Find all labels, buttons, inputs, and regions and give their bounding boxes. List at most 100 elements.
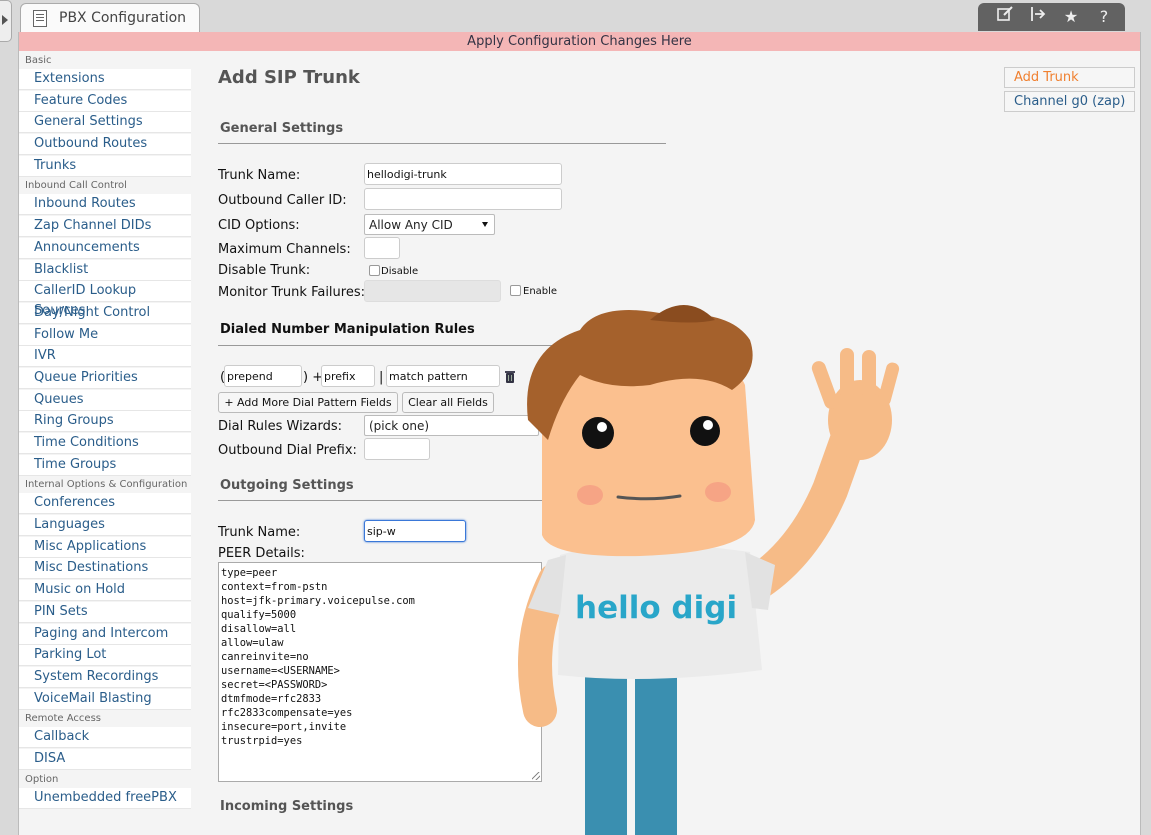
- sidebar-item-misc-destinations[interactable]: Misc Destinations: [19, 558, 191, 580]
- peer-line: host=jfk-primary.voicepulse.com: [221, 595, 415, 607]
- peer-line: rfc2833compensate=yes: [221, 707, 353, 719]
- trunk-name-input[interactable]: hellodigi-trunk: [364, 163, 562, 185]
- mascot-right-cheek: [705, 482, 731, 502]
- sidebar-item-trunks[interactable]: Trunks: [19, 155, 191, 177]
- dial-rules-heading: Dialed Number Manipulation Rules: [220, 322, 475, 337]
- sidebar-item-day-night[interactable]: Day/Night Control: [19, 302, 191, 324]
- monitor-trunk-input: [364, 280, 501, 302]
- trunk-list: Add Trunk Channel g0 (zap): [1004, 67, 1135, 115]
- browser-tab-bar: PBX Configuration ★ ?: [0, 0, 1151, 42]
- sidebar-item-feature-codes[interactable]: Feature Codes: [19, 90, 191, 112]
- peer-line: qualify=5000: [221, 609, 297, 621]
- sidebar-item-unembedded-freepbx[interactable]: Unembedded freePBX: [19, 787, 191, 809]
- exit-icon[interactable]: [1025, 5, 1051, 29]
- mascot-hair-tuft: [650, 305, 715, 323]
- peer-line: type=peer: [221, 567, 278, 579]
- peer-line: disallow=all: [221, 623, 297, 635]
- outgoing-trunk-name-label: Trunk Name:: [218, 525, 301, 540]
- sidebar-item-pin-sets[interactable]: PIN Sets: [19, 601, 191, 623]
- sidebar-item-callerid-lookup[interactable]: CallerID Lookup Sources: [19, 281, 191, 318]
- sidebar-item-outbound-routes[interactable]: Outbound Routes: [19, 134, 191, 156]
- sidebar-item-system-recordings[interactable]: System Recordings: [19, 666, 191, 688]
- sidebar-item-voicemail-blasting[interactable]: VoiceMail Blasting: [19, 688, 191, 710]
- prepend-input[interactable]: prepend: [224, 365, 302, 387]
- tab-title: PBX Configuration: [59, 10, 187, 26]
- mascot-left-cheek: [577, 485, 603, 505]
- mascot-finger: [811, 361, 839, 409]
- mascot-left-leg: [585, 670, 627, 835]
- max-channels-input[interactable]: [364, 237, 400, 259]
- mascot-left-eye: [582, 417, 614, 449]
- sidebar-item-queues[interactable]: Queues: [19, 389, 191, 411]
- sidebar-category-basic: Basic: [25, 55, 52, 66]
- outgoing-trunk-name-input[interactable]: sip-w: [364, 520, 466, 542]
- sidebar-item-parking-lot[interactable]: Parking Lot: [19, 645, 191, 667]
- mascot-left-sleeve: [528, 555, 566, 615]
- hello-digi-mascot: hello digi: [518, 305, 900, 835]
- peer-details-label: PEER Details:: [218, 546, 305, 561]
- mascot-right-leg: [635, 670, 677, 835]
- peer-line: secret=<PASSWORD>: [221, 679, 328, 691]
- sidebar-item-conferences[interactable]: Conferences: [19, 493, 191, 515]
- peer-line: allow=ulaw: [221, 637, 284, 649]
- add-more-dial-pattern-button[interactable]: + Add More Dial Pattern Fields: [218, 392, 398, 413]
- help-icon[interactable]: ?: [1091, 5, 1117, 29]
- mascot-finger: [877, 362, 900, 406]
- sidebar-item-blacklist[interactable]: Blacklist: [19, 259, 191, 281]
- mascot-finger: [862, 350, 876, 400]
- general-settings-heading: General Settings: [220, 121, 344, 136]
- sidebar-item-time-groups[interactable]: Time Groups: [19, 454, 191, 476]
- sidebar-item-languages[interactable]: Languages: [19, 515, 191, 537]
- star-icon[interactable]: ★: [1058, 5, 1084, 29]
- sidebar-item-music-on-hold[interactable]: Music on Hold: [19, 580, 191, 602]
- match-pattern-input[interactable]: match pattern: [386, 365, 500, 387]
- peer-line: dtmfmode=rfc2833: [221, 693, 322, 705]
- sidebar-item-misc-applications[interactable]: Misc Applications: [19, 536, 191, 558]
- edit-icon[interactable]: [992, 5, 1018, 29]
- dial-rules-wizards-value: (pick one): [369, 419, 430, 433]
- peer-details-textarea[interactable]: type=peer context=from-pstn host=jfk-pri…: [218, 562, 542, 782]
- sidebar-category-option: Option: [25, 773, 59, 785]
- mascot-right-eye: [690, 416, 720, 446]
- sidebar-item-follow-me[interactable]: Follow Me: [19, 324, 191, 346]
- outgoing-settings-heading: Outgoing Settings: [220, 478, 354, 493]
- sidebar-item-ivr[interactable]: IVR: [19, 346, 191, 368]
- sidebar-item-inbound-routes[interactable]: Inbound Routes: [19, 194, 191, 216]
- prefix-input[interactable]: prefix: [321, 365, 375, 387]
- peer-line: context=from-pstn: [221, 581, 328, 593]
- outbound-dial-prefix-input[interactable]: [364, 438, 430, 460]
- cid-options-select[interactable]: Allow Any CID: [364, 214, 495, 235]
- apply-config-bar[interactable]: Apply Configuration Changes Here: [19, 32, 1140, 51]
- dial-rules-wizards-label: Dial Rules Wizards:: [218, 419, 343, 434]
- cid-options-value: Allow Any CID: [369, 218, 453, 232]
- channel-g0-zap-link[interactable]: Channel g0 (zap): [1004, 91, 1135, 112]
- sidebar-item-announcements[interactable]: Announcements: [19, 237, 191, 259]
- sidebar-item-time-conditions[interactable]: Time Conditions: [19, 433, 191, 454]
- sidebar-item-queue-priorities[interactable]: Queue Priorities: [19, 367, 191, 389]
- tab-pbx-configuration[interactable]: PBX Configuration: [20, 3, 200, 33]
- disable-checkbox-label: Disable: [381, 266, 419, 277]
- sidebar: Basic Extensions Feature Codes General S…: [19, 52, 191, 809]
- sidebar-item-extensions[interactable]: Extensions: [19, 69, 191, 90]
- pipe-separator: |: [379, 370, 384, 385]
- toolbar: ★ ?: [978, 3, 1125, 31]
- sidebar-toggle-handle[interactable]: [0, 0, 12, 42]
- add-trunk-link[interactable]: Add Trunk: [1004, 67, 1135, 88]
- disable-trunk-checkbox[interactable]: [369, 265, 380, 276]
- sidebar-item-disa[interactable]: DISA: [19, 748, 191, 770]
- sidebar-item-paging-intercom[interactable]: Paging and Intercom: [19, 623, 191, 645]
- sidebar-item-callback[interactable]: Callback: [19, 727, 191, 749]
- outbound-caller-id-input[interactable]: [364, 188, 562, 210]
- outbound-caller-id-label: Outbound Caller ID:: [218, 193, 347, 208]
- clear-all-fields-button[interactable]: Clear all Fields: [402, 392, 494, 413]
- peer-line: insecure=port,invite: [221, 721, 347, 733]
- sidebar-item-zap-channel-dids[interactable]: Zap Channel DIDs: [19, 216, 191, 238]
- max-channels-label: Maximum Channels:: [218, 242, 351, 257]
- incoming-settings-heading: Incoming Settings: [220, 799, 354, 814]
- sidebar-item-ring-groups[interactable]: Ring Groups: [19, 411, 191, 433]
- peer-line: username=<USERNAME>: [221, 665, 340, 677]
- document-icon: [33, 10, 47, 27]
- peer-line: trustrpid=yes: [221, 735, 303, 747]
- mascot-finger: [840, 348, 854, 400]
- sidebar-item-general-settings[interactable]: General Settings: [19, 112, 191, 134]
